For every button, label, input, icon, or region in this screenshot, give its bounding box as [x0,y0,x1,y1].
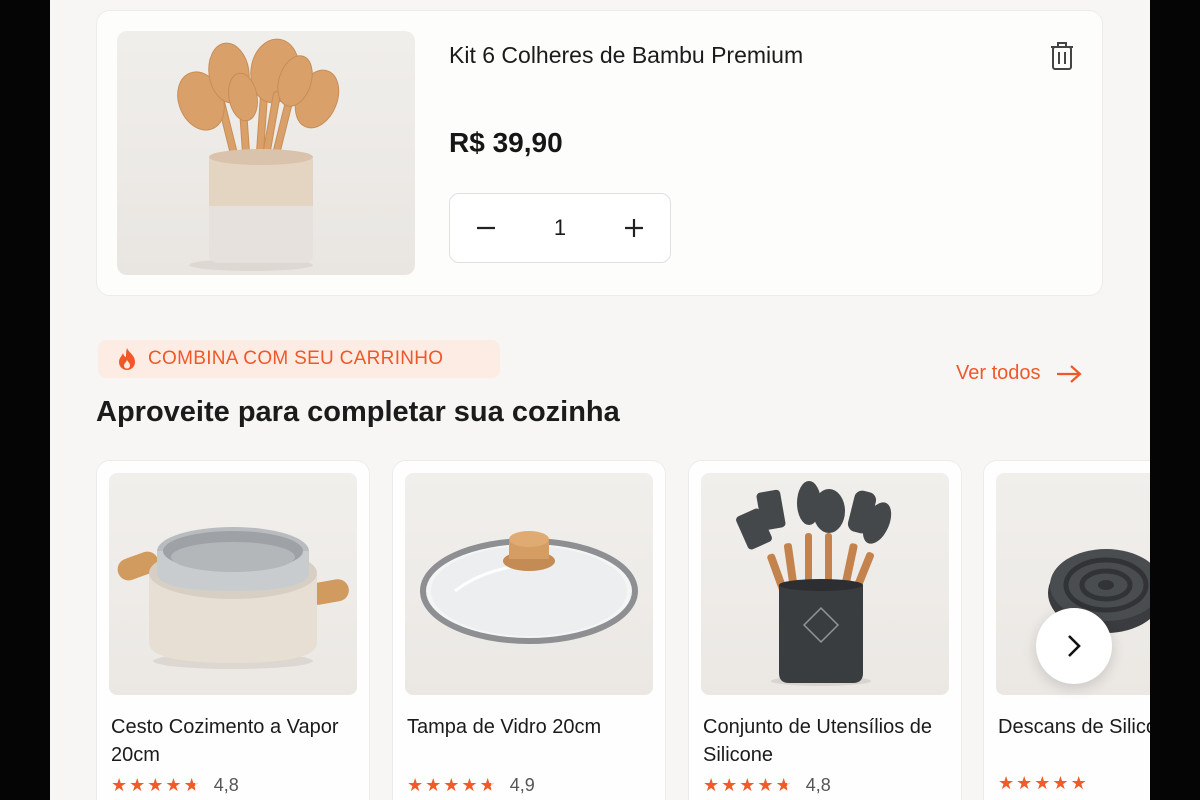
remove-item-button[interactable] [1045,39,1079,73]
star-icon: ★ [739,774,756,796]
bamboo-spoons-image [117,31,415,275]
half-star-icon: ★ [480,776,496,795]
arrow-right-icon [1056,364,1082,383]
silicone-utensils-image [701,473,949,695]
star-icon: ★ [461,774,478,796]
star-icon: ★ [407,774,424,796]
carousel-next-button[interactable] [1036,608,1112,684]
star-icon: ★ [425,774,442,796]
product-title: Cesto Cozimento a Vapor 20cm [111,716,339,766]
recommendation-badge: COMBINA COM SEU CARRINHO [98,340,500,378]
cart-screen: Kit 6 Colheres de Bambu Premium R$ 39,90… [50,0,1150,800]
product-card[interactable]: Cesto Cozimento a Vapor 20cm ★ ★ ★ ★ ★ 4… [96,460,370,800]
glass-lid-image [405,473,653,695]
star-icon: ★ [721,774,738,796]
rating-value: 4,8 [805,775,831,795]
star-rating: ★ ★ ★ ★ ★ [998,775,1087,793]
chevron-right-icon [1068,635,1081,657]
flame-icon [119,348,135,370]
product-rating: ★ ★ ★ ★ ★ 4,8 [111,775,239,796]
quantity-stepper: 1 [449,193,671,263]
rating-value: 4,9 [509,775,535,795]
product-title: Descans de Silico [998,716,1150,738]
star-rating: ★ ★ ★ ★ ★ [407,774,496,796]
star-icon: ★ [703,774,720,796]
half-star-icon: ★ [184,776,200,795]
increase-quantity-button[interactable] [616,210,652,246]
star-icon: ★ [998,773,1015,794]
see-all-link[interactable]: Ver todos [956,362,1083,385]
see-all-label: Ver todos [956,362,1041,384]
product-card[interactable]: Conjunto de Utensílios de Silicone ★ ★ ★… [688,460,962,800]
star-icon: ★ [1034,773,1051,794]
star-icon: ★ [129,774,146,796]
trash-icon [1051,42,1073,70]
star-rating: ★ ★ ★ ★ ★ [111,774,200,796]
product-rating: ★ ★ ★ ★ ★ 4,9 [407,775,535,796]
decrease-quantity-button[interactable] [468,210,504,246]
badge-label: COMBINA COM SEU CARRINHO [148,348,444,369]
half-star-icon: ★ [776,776,792,795]
device-frame: Kit 6 Colheres de Bambu Premium R$ 39,90… [0,0,1200,800]
star-icon: ★ [165,774,182,796]
steamer-pot-image [109,473,357,695]
star-rating: ★ ★ ★ ★ ★ [703,774,792,796]
star-icon: ★ [1070,773,1087,794]
quantity-value: 1 [553,215,567,240]
minus-icon [477,226,495,230]
star-icon: ★ [443,774,460,796]
star-icon: ★ [1016,773,1033,794]
plus-icon [625,219,643,237]
product-title: Tampa de Vidro 20cm [407,716,602,738]
rating-value: 4,8 [213,775,239,795]
cart-item-price: R$ 39,90 [449,127,563,158]
product-rating: ★ ★ ★ ★ ★ 4,8 [703,775,831,796]
cart-item-title: Kit 6 Colheres de Bambu Premium [449,42,804,68]
cart-item-card: Kit 6 Colheres de Bambu Premium R$ 39,90… [96,10,1103,296]
star-icon: ★ [1052,773,1069,794]
product-card[interactable]: Tampa de Vidro 20cm ★ ★ ★ ★ ★ 4,9 [392,460,666,800]
star-icon: ★ [111,774,128,796]
product-title: Conjunto de Utensílios de Silicone [703,716,933,766]
product-rating: ★ ★ ★ ★ ★ [998,775,1087,793]
section-title: Aproveite para completar sua cozinha [96,396,620,428]
star-icon: ★ [757,774,774,796]
star-icon: ★ [147,774,164,796]
